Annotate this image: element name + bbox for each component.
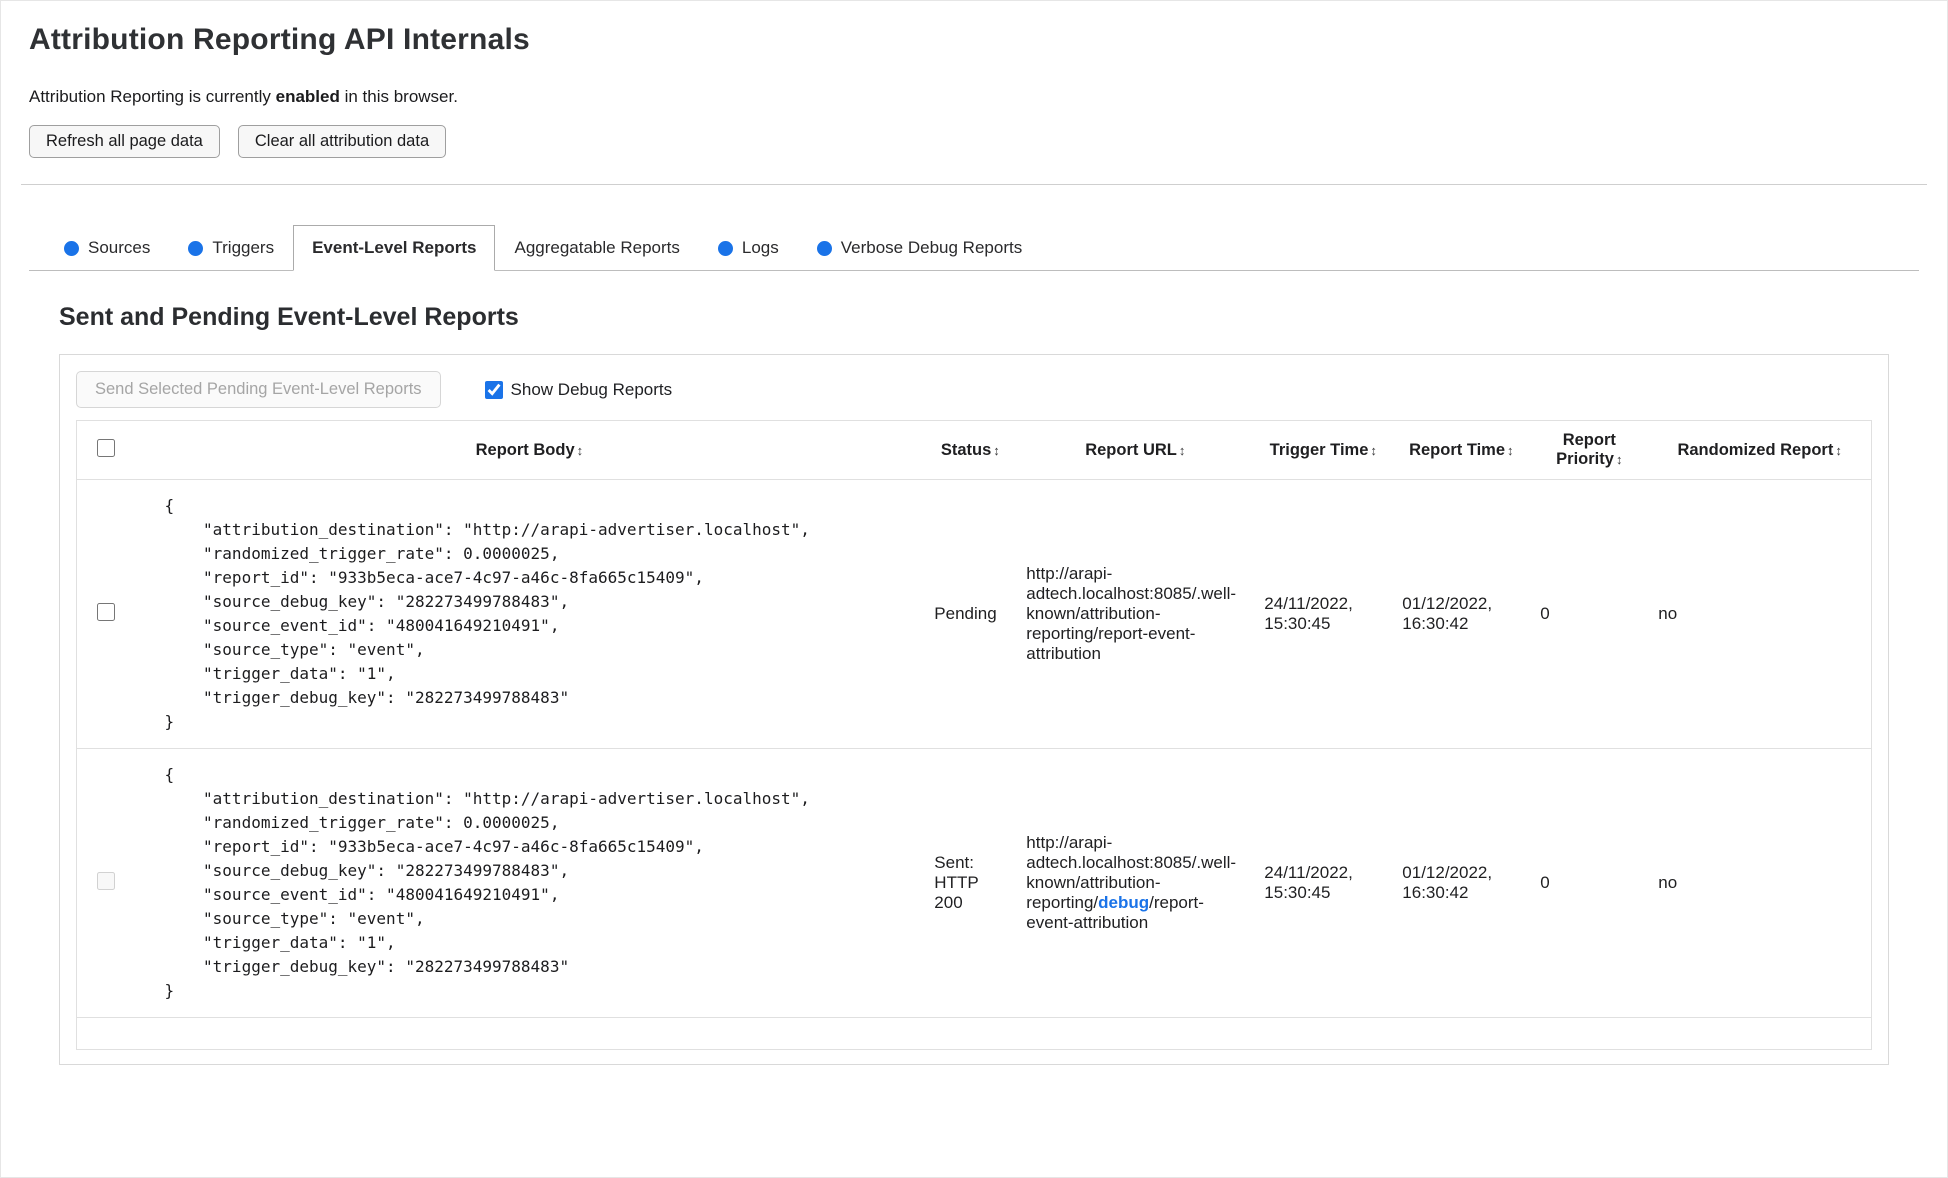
new-data-dot-icon xyxy=(64,240,79,256)
row-checkbox[interactable] xyxy=(96,602,115,621)
status-cell: Sent: HTTP 200 xyxy=(924,748,1017,1018)
sort-icon: ↕ xyxy=(1507,442,1514,458)
row-checkbox-cell xyxy=(76,479,135,749)
status-prefix: Attribution Reporting is currently xyxy=(29,87,276,106)
tab-triggers[interactable]: Triggers xyxy=(169,225,293,271)
clear-all-button[interactable]: Clear all attribution data xyxy=(237,125,447,158)
report-url-cell: http://arapi-adtech.localhost:8085/.well… xyxy=(1016,479,1255,749)
row-checkbox[interactable] xyxy=(96,871,115,890)
tab-verbose-debug-reports[interactable]: Verbose Debug Reports xyxy=(798,225,1041,271)
status-text: Attribution Reporting is currently enabl… xyxy=(29,87,1919,107)
randomized-report-cell: no xyxy=(1648,748,1872,1018)
sort-icon: ↕ xyxy=(1370,442,1377,458)
new-data-dot-icon xyxy=(717,240,733,256)
report-url-text: http://arapi-adtech.localhost:8085/.well… xyxy=(1026,564,1237,663)
report-time-cell: 01/12/2022, 16:30:42 xyxy=(1392,748,1531,1018)
report-priority-cell: 0 xyxy=(1530,748,1649,1018)
show-debug-checkbox[interactable] xyxy=(484,380,503,399)
report-row: { "attribution_destination": "http://ara… xyxy=(76,748,1872,1018)
show-debug-label: Show Debug Reports xyxy=(510,379,673,399)
col-header-report-url[interactable]: Report URL ↕ xyxy=(1016,420,1255,480)
tab-label: Verbose Debug Reports xyxy=(840,238,1023,257)
sort-icon: ↕ xyxy=(1835,442,1842,458)
col-header-report-time[interactable]: Report Time ↕ xyxy=(1392,420,1531,480)
sort-icon: ↕ xyxy=(1178,442,1186,458)
send-selected-button[interactable]: Send Selected Pending Event-Level Report… xyxy=(76,371,441,408)
report-body-cell: { "attribution_destination": "http://ara… xyxy=(134,479,925,749)
report-body-cell: { "attribution_destination": "http://ara… xyxy=(134,748,925,1018)
table-footer-row xyxy=(77,1018,1872,1050)
trigger-time-cell: 24/11/2022, 15:30:45 xyxy=(1254,748,1393,1018)
col-header-report-priority[interactable]: Report Priority ↕ xyxy=(1530,420,1649,480)
show-debug-toggle[interactable]: Show Debug Reports xyxy=(484,379,673,400)
report-row: { "attribution_destination": "http://ara… xyxy=(76,479,1872,749)
sort-icon: ↕ xyxy=(993,442,1000,458)
new-data-dot-icon xyxy=(816,240,832,256)
section-heading: Sent and Pending Event-Level Reports xyxy=(59,303,519,331)
tab-label: Logs xyxy=(741,238,779,257)
select-all-checkbox[interactable] xyxy=(96,438,115,457)
header-divider xyxy=(21,184,1927,185)
status-suffix: in this browser. xyxy=(339,87,458,106)
refresh-all-button[interactable]: Refresh all page data xyxy=(29,125,220,158)
tab-label: Triggers xyxy=(212,238,275,257)
col-header-status[interactable]: Status ↕ xyxy=(924,420,1017,480)
trigger-time-cell: 24/11/2022, 15:30:45 xyxy=(1254,479,1393,749)
tab-sources[interactable]: Sources xyxy=(45,225,169,271)
tab-aggregatable-reports[interactable]: Aggregatable Reports xyxy=(495,225,698,271)
report-url-debug-segment: debug xyxy=(1098,893,1150,912)
sort-icon: ↕ xyxy=(576,442,584,458)
page-title: Attribution Reporting API Internals xyxy=(29,23,530,56)
col-header-randomized-report[interactable]: Randomized Report ↕ xyxy=(1648,420,1872,480)
status-enabled: enabled xyxy=(275,87,340,106)
report-body-json: { "attribution_destination": "http://ara… xyxy=(164,496,810,731)
tab-event-level-reports[interactable]: Event-Level Reports xyxy=(293,225,496,271)
table-footer-spacer xyxy=(77,1018,1872,1050)
report-url-cell: http://arapi-adtech.localhost:8085/.well… xyxy=(1016,748,1255,1018)
toolbar: Refresh all page data Clear all attribut… xyxy=(29,125,1919,158)
report-priority-cell: 0 xyxy=(1530,479,1649,749)
tab-label: Event-Level Reports xyxy=(312,238,477,257)
panel-controls: Send Selected Pending Event-Level Report… xyxy=(76,371,1872,408)
table-header-row: Report Body ↕ Status ↕ Report URL ↕ Trigger… xyxy=(76,420,1872,480)
select-all-header xyxy=(76,420,135,480)
reports-table: Report Body ↕ Status ↕ Report URL ↕ Trigger… xyxy=(76,420,1872,1050)
tab-bar: Sources Triggers Event-Level Reports Agg… xyxy=(29,225,1919,271)
report-body-json: { "attribution_destination": "http://ara… xyxy=(164,765,810,1000)
col-header-report-body[interactable]: Report Body ↕ xyxy=(134,420,925,480)
tab-content: Sent and Pending Event-Level Reports Sen… xyxy=(29,303,1919,1065)
reports-panel: Send Selected Pending Event-Level Report… xyxy=(59,354,1889,1065)
tab-label: Aggregatable Reports xyxy=(514,238,680,257)
randomized-report-cell: no xyxy=(1648,479,1872,749)
status-cell: Pending xyxy=(924,479,1017,749)
row-checkbox-cell xyxy=(76,748,135,1018)
tab-logs[interactable]: Logs xyxy=(699,225,798,271)
col-header-trigger-time[interactable]: Trigger Time ↕ xyxy=(1254,420,1393,480)
report-time-cell: 01/12/2022, 16:30:42 xyxy=(1392,479,1531,749)
new-data-dot-icon xyxy=(188,240,204,256)
tab-label: Sources xyxy=(88,238,151,257)
sort-icon: ↕ xyxy=(1615,452,1623,467)
